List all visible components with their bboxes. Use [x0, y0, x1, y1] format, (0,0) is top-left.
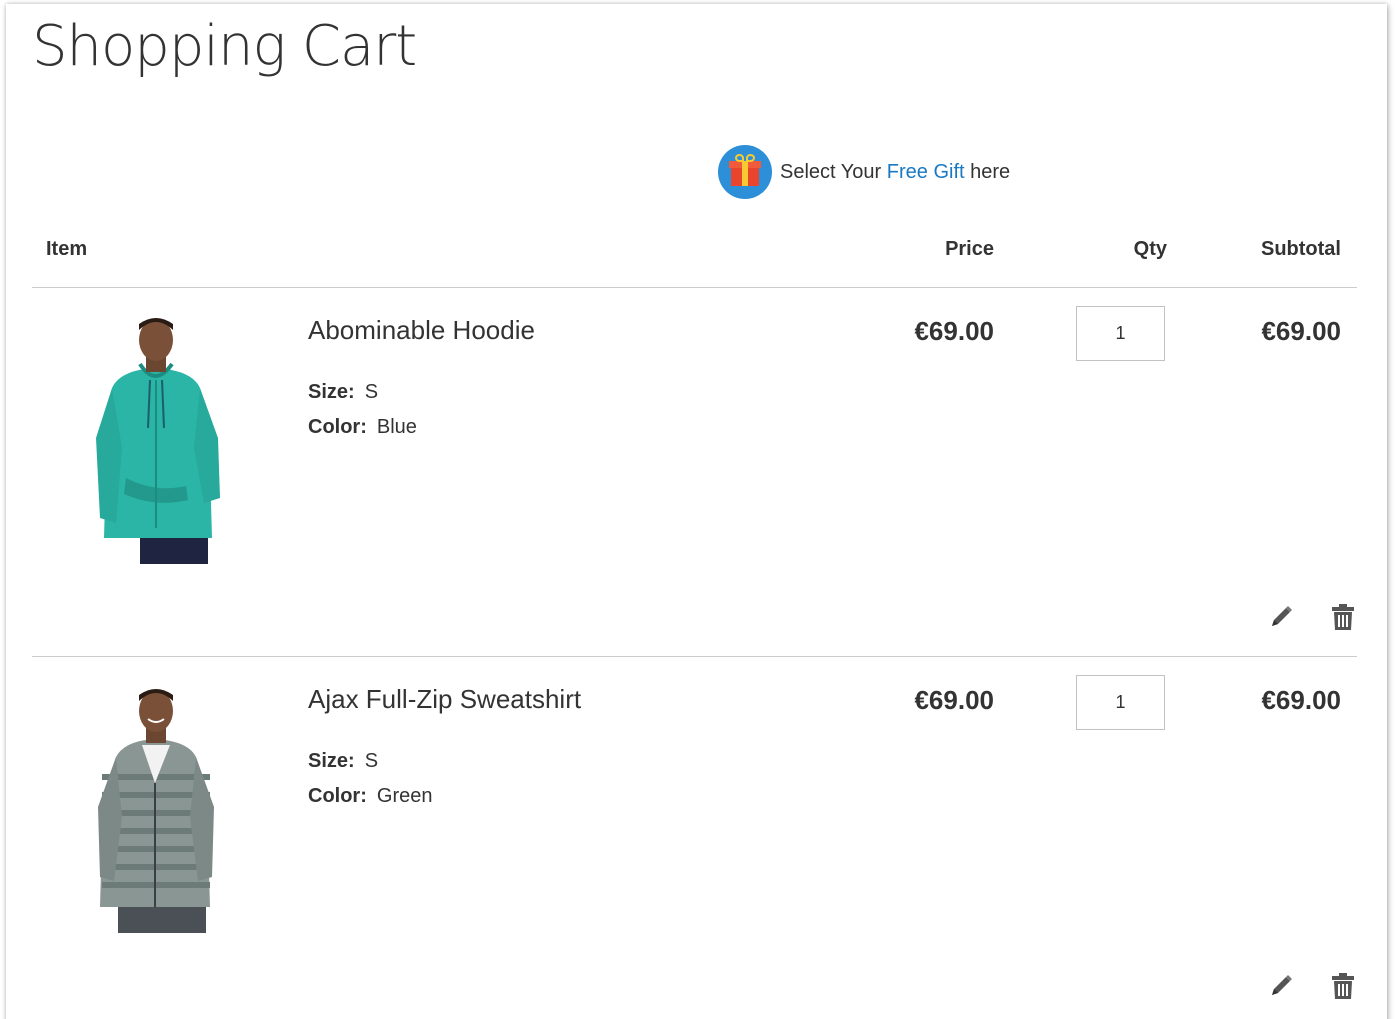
pencil-icon[interactable]	[1268, 604, 1294, 630]
item-price: €69.00	[914, 316, 994, 346]
product-image[interactable]	[60, 687, 250, 933]
header-qty: Qty	[1133, 238, 1167, 260]
option-size-label: Size:	[308, 750, 355, 772]
product-name[interactable]: Abominable Hoodie	[308, 315, 535, 346]
cart-item-row: Ajax Full-Zip Sweatshirt Size: S Color: Gr…	[32, 657, 1357, 1019]
item-subtotal: €69.00	[1261, 316, 1341, 346]
gift-text: Select Your Free Gift here	[780, 161, 1010, 184]
cart-table-header: Item Price Qty Subtotal	[32, 228, 1357, 288]
page-title: Shopping Cart	[32, 14, 417, 79]
gift-text-prefix: Select Your	[780, 160, 882, 183]
option-size: Size: S	[308, 381, 378, 404]
option-color-value: Green	[376, 785, 433, 807]
product-name[interactable]: Ajax Full-Zip Sweatshirt	[308, 684, 581, 715]
item-subtotal: €69.00	[1261, 685, 1341, 715]
header-item: Item	[46, 238, 88, 260]
header-price: Price	[945, 238, 994, 260]
gift-icon[interactable]	[718, 145, 772, 199]
free-gift-link[interactable]: Free Gift	[887, 161, 965, 183]
product-image[interactable]	[60, 318, 250, 564]
item-price: €69.00	[914, 685, 994, 715]
option-size: Size: S	[308, 750, 378, 773]
option-color-label: Color:	[308, 416, 367, 438]
option-size-label: Size:	[308, 381, 355, 403]
trash-icon[interactable]	[1330, 971, 1356, 1001]
option-size-value: S	[364, 381, 379, 403]
cart-item-row: Abominable Hoodie Size: S Color: Blue €69.…	[32, 288, 1357, 657]
option-size-value: S	[364, 750, 379, 772]
option-color-value: Blue	[376, 416, 417, 438]
gift-text-suffix: here	[970, 160, 1011, 183]
option-color: Color: Blue	[308, 416, 417, 439]
header-subtotal: Subtotal	[1261, 238, 1341, 260]
pencil-icon[interactable]	[1268, 973, 1294, 999]
option-color-label: Color:	[308, 785, 367, 807]
trash-icon[interactable]	[1330, 602, 1356, 632]
qty-input[interactable]	[1076, 675, 1165, 730]
option-color: Color: Green	[308, 785, 432, 808]
free-gift-banner: Select Your Free Gift here	[718, 145, 1010, 199]
qty-input[interactable]	[1076, 306, 1165, 361]
